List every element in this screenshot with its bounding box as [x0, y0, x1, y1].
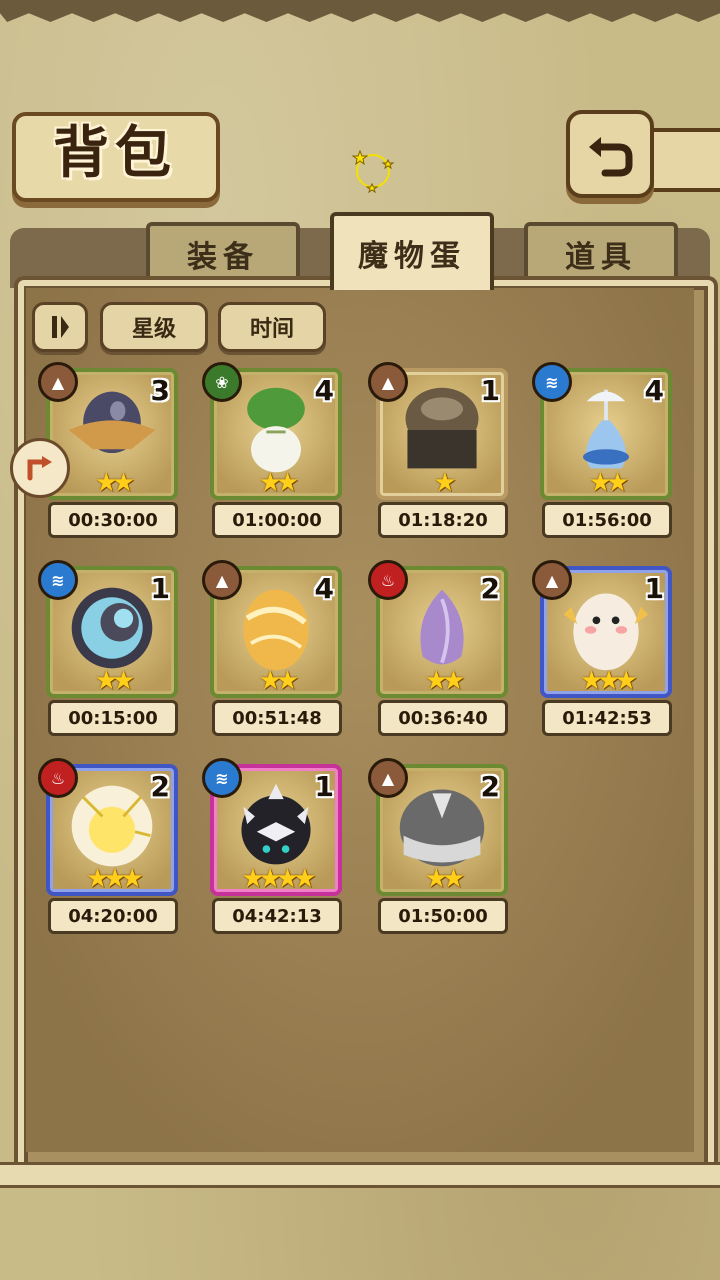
egg-count: 4 [314, 572, 334, 605]
tab-items[interactable]: 道具 [524, 222, 678, 282]
hatch-timer: 01:50:00 [378, 898, 508, 934]
egg-card[interactable]: ▲ 4 ★★ [202, 560, 342, 698]
egg-card[interactable]: ≋ 1 ★★ [38, 560, 178, 698]
tab-monster-eggs-label: 魔物蛋 [358, 239, 466, 274]
star-rating: ★★★★ [241, 864, 316, 894]
tab-equipment[interactable]: 装备 [146, 222, 300, 282]
blue-flask-icon [582, 389, 630, 469]
fire-element-icon: ♨ [368, 560, 408, 600]
sort-by-time-button[interactable]: 时间 [218, 302, 326, 352]
tab-equipment-label: 装备 [187, 240, 259, 275]
purple-bud-icon [420, 589, 464, 665]
sort-by-star-button[interactable]: 星级 [100, 302, 208, 352]
egg-count: 1 [150, 572, 170, 605]
egg-count: 2 [480, 572, 500, 605]
egg-card[interactable]: ≋ 1 ★★★★ [202, 758, 342, 896]
filter-icon [52, 316, 69, 338]
egg-count: 1 [480, 374, 500, 407]
hatch-timer: 00:30:00 [48, 502, 178, 538]
turnip-icon [247, 387, 305, 473]
spiked-black-egg-icon [241, 783, 311, 865]
earth-element-icon: ▲ [368, 758, 408, 798]
egg-card[interactable]: ❀ 4 ★★ [202, 362, 342, 500]
egg-count: 4 [644, 374, 664, 407]
egg-count: 1 [314, 770, 334, 803]
egg-card[interactable]: ≋ 4 ★★ [532, 362, 672, 500]
hatch-timer: 01:56:00 [542, 502, 672, 538]
tab-monster-eggs[interactable]: 魔物蛋 [330, 212, 494, 290]
star-rating: ★★ [424, 864, 466, 894]
earth-element-icon: ▲ [368, 362, 408, 402]
back-button[interactable] [566, 110, 654, 198]
sort-by-star-label: 星级 [131, 317, 176, 342]
egg-card[interactable]: ♨ 2 ★★★ [38, 758, 178, 896]
hatch-timer: 01:00:00 [212, 502, 342, 538]
hatch-timer: 04:20:00 [48, 898, 178, 934]
hatch-timer: 00:15:00 [48, 700, 178, 736]
tab-items-label: 道具 [565, 240, 637, 275]
star-rating: ★★ [258, 468, 300, 498]
back-arrow-icon [589, 137, 633, 177]
page-title: 背包 [53, 121, 177, 186]
fluffy-creature-icon [563, 593, 649, 671]
golden-swirl-egg-icon [243, 589, 309, 671]
star-rating: ★ [433, 468, 456, 498]
grass-element-icon: ❀ [202, 362, 242, 402]
bottom-border [0, 1162, 720, 1188]
egg-card[interactable]: ▲ 1 ★ [368, 362, 508, 500]
egg-card[interactable]: ♨ 2 ★★ [368, 560, 508, 698]
side-arrow-icon [27, 456, 52, 481]
helmet-egg-icon [405, 387, 479, 469]
star-rating: ★★★ [580, 666, 638, 696]
egg-count: 1 [644, 572, 664, 605]
star-rating: ★★ [588, 468, 630, 498]
egg-count: 3 [150, 374, 170, 407]
hatch-timer: 00:36:40 [378, 700, 508, 736]
dark-egg-with-cloth-icon [68, 391, 156, 454]
spiral-shell-icon [71, 587, 153, 669]
hatch-timer: 01:42:53 [542, 700, 672, 736]
filter-button[interactable] [32, 302, 88, 352]
egg-card[interactable]: ▲ 2 ★★ [368, 758, 508, 896]
star-rating: ★★ [258, 666, 300, 696]
egg-count: 2 [150, 770, 170, 803]
egg-count: 4 [314, 374, 334, 407]
hatch-timer: 04:42:13 [212, 898, 342, 934]
star-rating: ★★ [94, 666, 136, 696]
earth-element-icon: ▲ [202, 560, 242, 600]
fairy-ring-icon [351, 149, 395, 194]
water-element-icon: ≋ [532, 362, 572, 402]
water-element-icon: ≋ [38, 560, 78, 600]
earth-element-icon: ▲ [532, 560, 572, 600]
egg-card[interactable]: ▲ 1 ★★★ [532, 560, 672, 698]
side-arrow-button[interactable] [10, 438, 70, 498]
fire-element-icon: ♨ [38, 758, 78, 798]
earth-element-icon: ▲ [38, 362, 78, 402]
grey-hair-egg-icon [399, 789, 485, 867]
star-rating: ★★ [424, 666, 466, 696]
hatch-timer: 00:51:48 [212, 700, 342, 736]
hatch-timer: 01:18:20 [378, 502, 508, 538]
sun-egg-icon [71, 785, 153, 867]
star-rating: ★★★ [86, 864, 144, 894]
sort-by-time-label: 时间 [249, 317, 294, 342]
water-element-icon: ≋ [202, 758, 242, 798]
egg-count: 2 [480, 770, 500, 803]
